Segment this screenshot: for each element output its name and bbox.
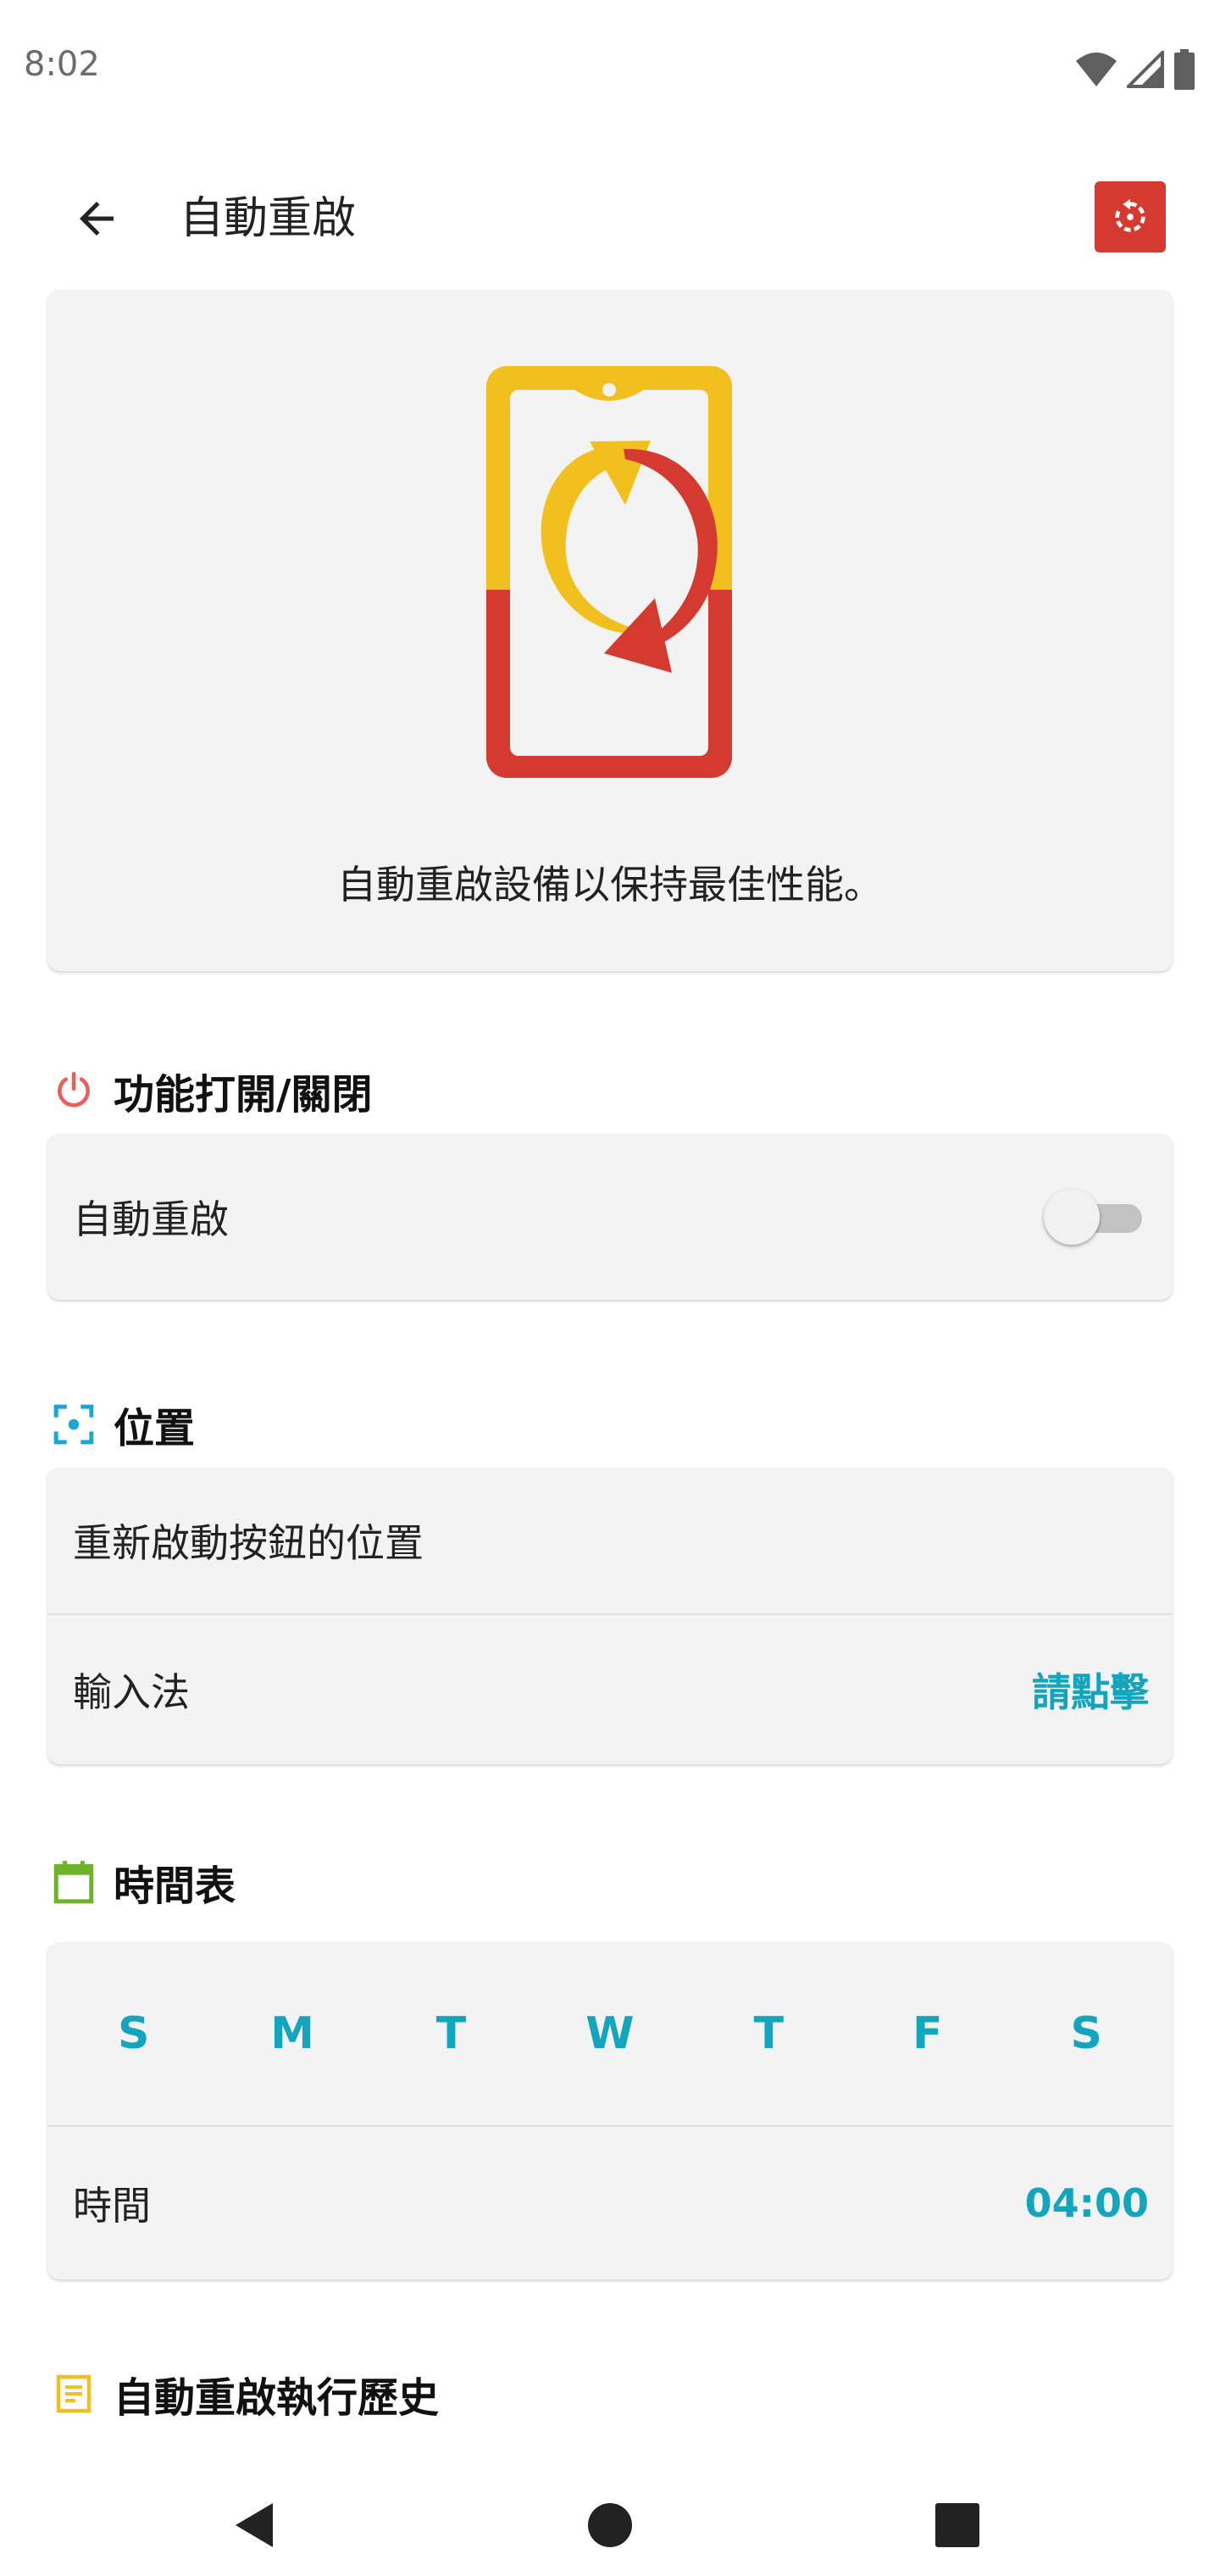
restart-action-button[interactable] <box>1095 181 1166 253</box>
wifi-icon <box>1076 53 1117 86</box>
input-method-label: 輸入法 <box>73 1669 190 1715</box>
day-thursday[interactable]: T <box>718 2008 819 2059</box>
notes-icon <box>51 2371 97 2417</box>
day-wednesday[interactable]: W <box>559 2008 661 2059</box>
status-time: 8:02 <box>24 45 100 84</box>
day-tuesday[interactable]: T <box>401 2008 502 2059</box>
battery-icon <box>1174 49 1195 90</box>
restart-button-position-row[interactable]: 重新啟動按鈕的位置 <box>47 1468 1173 1613</box>
time-row[interactable]: 時間 04:00 <box>47 2127 1173 2279</box>
section-header-history: 自動重啟執行歷史 <box>51 2364 439 2423</box>
section-title: 位置 <box>114 1405 196 1452</box>
recents-square-icon <box>935 2503 979 2547</box>
section-title: 功能打開/關閉 <box>114 1071 373 1119</box>
nav-recents-button[interactable] <box>915 2483 1000 2568</box>
section-title: 自動重啟執行歷史 <box>114 2374 440 2422</box>
restart-icon <box>1115 198 1145 232</box>
section-header-feature: 功能打開/關閉 <box>51 1061 373 1120</box>
arrow-left-icon <box>80 202 114 236</box>
cellular-signal-icon <box>1127 51 1164 88</box>
input-method-row[interactable]: 輸入法 請點擊 <box>47 1615 1173 1764</box>
section-header-schedule: 時間表 <box>51 1852 236 1912</box>
input-method-tap-link[interactable]: 請點擊 <box>1032 1662 1149 1718</box>
restart-button-position-label: 重新啟動按鈕的位置 <box>73 1520 424 1566</box>
day-friday[interactable]: F <box>877 2008 979 2059</box>
system-navigation-bar <box>0 2440 1220 2576</box>
page-title: 自動重啟 <box>180 193 357 244</box>
hero-card: 自動重啟設備以保持最佳性能。 <box>47 290 1173 971</box>
day-saturday[interactable]: S <box>1035 2008 1137 2059</box>
schedule-card: S M T W T F S 時間 04:00 <box>47 1942 1173 2279</box>
back-button[interactable] <box>53 175 141 263</box>
hero-description: 自動重啟設備以保持最佳性能。 <box>337 862 883 908</box>
day-sunday[interactable]: S <box>83 2008 185 2059</box>
section-title: 時間表 <box>114 1863 236 1910</box>
weekday-selector: S M T W T F S <box>47 1942 1173 2125</box>
section-header-position: 位置 <box>51 1395 195 1454</box>
nav-home-button[interactable] <box>568 2483 652 2568</box>
position-card: 重新啟動按鈕的位置 輸入法 請點擊 <box>47 1468 1173 1764</box>
power-icon <box>51 1068 97 1113</box>
nav-back-button[interactable] <box>212 2483 297 2568</box>
auto-restart-toggle[interactable] <box>1044 1187 1149 1246</box>
feature-card: 自動重啟 <box>47 1134 1173 1300</box>
phone-restart-illustration <box>486 366 732 778</box>
home-circle-icon <box>588 2503 632 2547</box>
status-icons <box>1074 49 1196 90</box>
toggle-thumb <box>1044 1189 1100 1245</box>
auto-restart-row[interactable]: 自動重啟 <box>47 1134 1173 1300</box>
calendar-icon <box>51 1859 97 1905</box>
day-monday[interactable]: M <box>241 2008 343 2059</box>
back-triangle-icon <box>236 2503 273 2547</box>
time-label: 時間 <box>73 2183 151 2229</box>
target-icon <box>51 1402 97 1447</box>
auto-restart-label: 自動重啟 <box>73 1196 229 1242</box>
time-value[interactable]: 04:00 <box>1025 2180 1149 2226</box>
